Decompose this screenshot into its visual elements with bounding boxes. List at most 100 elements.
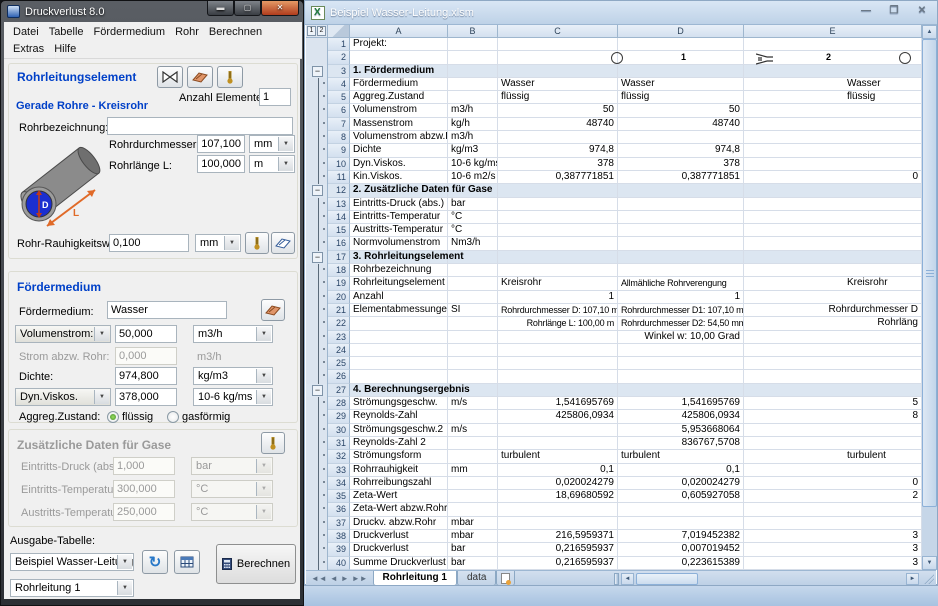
row-header-19[interactable]: 19 [328,277,350,290]
cell-E38[interactable]: 3 [744,530,922,543]
cell-A18[interactable]: Rohrbezeichnung [350,264,448,277]
cell-D5[interactable]: flüssig [618,91,744,104]
rohrleitung-select[interactable]: Rohrleitung 1▼ [10,579,134,597]
cell-C7[interactable]: 48740 [498,118,618,131]
cell-E28[interactable]: 5 [744,397,922,410]
cell-A29[interactable]: Reynolds-Zahl [350,410,448,423]
cell-D1[interactable] [618,38,744,51]
cell-C14[interactable] [498,211,618,224]
cell-E25[interactable] [744,357,922,370]
cell-C29[interactable]: 425806,0934 [498,410,618,423]
cell-A38[interactable]: Druckverlust [350,530,448,543]
menu-berechnen[interactable]: Berechnen [204,24,267,41]
viskos-type-select[interactable]: Dyn.Viskos.▼ [15,388,111,406]
cell-D12[interactable] [618,184,744,198]
cell-B23[interactable] [448,331,498,344]
row-header-31[interactable]: 31 [328,437,350,450]
row-header-29[interactable]: 29 [328,410,350,423]
cell-D11[interactable]: 0,387771851 [618,171,744,184]
cell-B6[interactable]: m3/h [448,104,498,117]
cell-C17[interactable] [498,251,618,265]
row-header-21[interactable]: 21 [328,304,350,317]
row-header-12[interactable]: 12 [328,184,350,198]
cell-C10[interactable]: 378 [498,158,618,171]
row-header-35[interactable]: 35 [328,490,350,503]
table-button[interactable] [174,550,200,574]
cell-A23[interactable] [350,331,448,344]
maximize-button[interactable]: ▢ [234,1,261,16]
laenge-input[interactable] [197,155,245,173]
cell-A40[interactable]: Summe Druckverlust [350,557,448,570]
dichte-unit-select[interactable]: kg/m3▼ [193,367,273,385]
cell-A37[interactable]: Druckv. abzw.Rohr [350,517,448,530]
cell-D35[interactable]: 0,605927058 [618,490,744,503]
cell-C22[interactable]: Rohrlänge L: 100,00 m [498,317,618,330]
close-button[interactable]: ✕ [915,5,929,16]
cell-A3[interactable]: 1. Fördermedium [350,65,448,79]
cell-C24[interactable] [498,344,618,357]
cell-B15[interactable]: °C [448,224,498,237]
cell-B35[interactable] [448,490,498,503]
cell-E2[interactable] [744,51,922,64]
cell-A33[interactable]: Rohrrauhigkeit [350,464,448,477]
collapse-group-button[interactable]: − [306,251,328,265]
ausgabe-tabelle-select[interactable]: Beispiel Wasser-Leitung.x▼ [10,553,134,571]
minimize-button[interactable]: ▬ [207,1,234,16]
cell-D24[interactable] [618,344,744,357]
viskos-input[interactable] [115,388,177,406]
cell-B26[interactable] [448,370,498,383]
cell-B8[interactable]: m3/h [448,131,498,144]
tab-data[interactable]: data [457,571,496,586]
cell-C23[interactable] [498,331,618,344]
viskos-unit-select[interactable]: 10-6 kg/ms▼ [193,388,273,406]
cell-B18[interactable] [448,264,498,277]
cell-B20[interactable] [448,291,498,304]
row-header-32[interactable]: 32 [328,450,350,463]
column-header-E[interactable]: E [744,25,922,38]
cell-D17[interactable] [618,251,744,265]
cell-B24[interactable] [448,344,498,357]
cell-C11[interactable]: 0,387771851 [498,171,618,184]
cell-A20[interactable]: Anzahl [350,291,448,304]
cell-C27[interactable] [498,384,618,398]
cell-A15[interactable]: Austritts-Temperatur [350,224,448,237]
cell-B32[interactable] [448,450,498,463]
cell-D2[interactable] [618,51,744,64]
cell-C20[interactable]: 1 [498,291,618,304]
cell-E40[interactable]: 3 [744,557,922,570]
cell-E23[interactable] [744,331,922,344]
row-header-7[interactable]: 7 [328,118,350,131]
tab-rohrleitung-1[interactable]: Rohrleitung 1 [373,571,457,586]
cell-C40[interactable]: 0,216595937 [498,557,618,570]
cell-D22[interactable]: Rohrdurchmesser D2: 54,50 mm [618,317,744,330]
cell-D19[interactable]: Allmähliche Rohrverengung [618,277,744,290]
row-header-5[interactable]: 5 [328,91,350,104]
rauhigkeit-unit-select[interactable]: mm▼ [195,234,241,252]
cell-E1[interactable] [744,38,922,51]
cell-A19[interactable]: Rohrleitungselement [350,277,448,290]
cell-D30[interactable]: 5,953668064 [618,424,744,437]
element-select-button[interactable] [157,66,183,88]
cell-C5[interactable]: flüssig [498,91,618,104]
cell-A30[interactable]: Strömungsgeschw.2 [350,424,448,437]
cell-A1[interactable]: Projekt: [350,38,448,51]
cell-C15[interactable] [498,224,618,237]
cell-A17[interactable]: 3. Rohrleitungselement [350,251,448,265]
cell-B3[interactable] [448,65,498,79]
cell-A10[interactable]: Dyn.Viskos. [350,158,448,171]
scroll-up-arrow[interactable]: ▲ [922,25,937,39]
refresh-button[interactable]: ↻ [142,550,168,574]
row-header-33[interactable]: 33 [328,464,350,477]
row-header-37[interactable]: 37 [328,517,350,530]
durchmesser-unit-select[interactable]: mm▼ [249,135,295,153]
cell-A32[interactable]: Strömungsform [350,450,448,463]
cell-D10[interactable]: 378 [618,158,744,171]
cell-C21[interactable]: Rohrdurchmesser D: 107,10 mm [498,304,618,317]
outline-level-2-button[interactable]: 2 [317,26,326,36]
cell-D27[interactable] [618,384,744,398]
cell-E3[interactable] [744,65,922,79]
row-header-23[interactable]: 23 [328,331,350,344]
workbook-title-bar[interactable]: Beispiel Wasser-Leitung.xlsm — ❐ ✕ [305,1,937,25]
cell-D34[interactable]: 0,020024279 [618,477,744,490]
cell-C9[interactable]: 974,8 [498,144,618,157]
